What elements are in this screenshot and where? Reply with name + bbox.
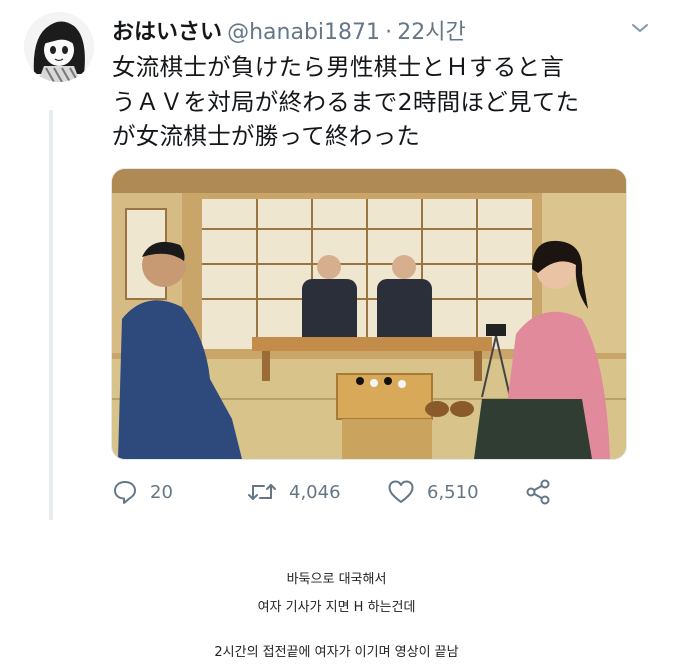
share-button[interactable] [524,474,552,510]
tweet-text: 女流棋士が負けたら男性棋士とＨすると言 うＡＶを対局が終わるまで2時間ほど見てた… [112,50,632,154]
separator: · [385,20,393,45]
reply-count: 20 [150,481,173,503]
tweet-media-image[interactable] [111,168,627,460]
tweet-header: おはいさい @hanabi1871 · 22시간 [112,14,633,45]
reply-button[interactable]: 20 [112,474,173,510]
display-name[interactable]: おはいさい [112,20,222,45]
thread-line [49,110,53,520]
anime-avatar-icon[interactable] [24,12,94,82]
caption-line: 2시간의 접전끝에 여자가 이기며 영상이 끝남 [214,645,459,660]
heart-icon [388,480,414,503]
tweet-text-line: が女流棋士が勝って終わった [112,122,421,150]
chevron-down-icon[interactable] [629,20,651,36]
retweet-icon [248,484,276,500]
retweet-button[interactable]: 4,046 [247,474,341,510]
tweet-actions: 20 4,046 6,510 [112,474,572,510]
caption-line: 바둑으로 대국해서 [286,572,387,587]
timestamp[interactable]: 22시간 [397,20,465,45]
tweet-text-line: うＡＶを対局が終わるまで2時間ほど見てた [112,87,580,116]
share-icon [526,479,550,505]
caption-line: 여자 기사가 지면 H 하는건데 [257,600,416,615]
user-handle[interactable]: @hanabi1871 [227,20,380,45]
tweet-text-line: 女流棋士が負けたら男性棋士とＨすると言 [112,53,565,81]
retweet-count: 4,046 [289,481,341,503]
like-button[interactable]: 6,510 [387,474,479,510]
like-count: 6,510 [427,481,479,503]
reply-icon [114,481,136,504]
